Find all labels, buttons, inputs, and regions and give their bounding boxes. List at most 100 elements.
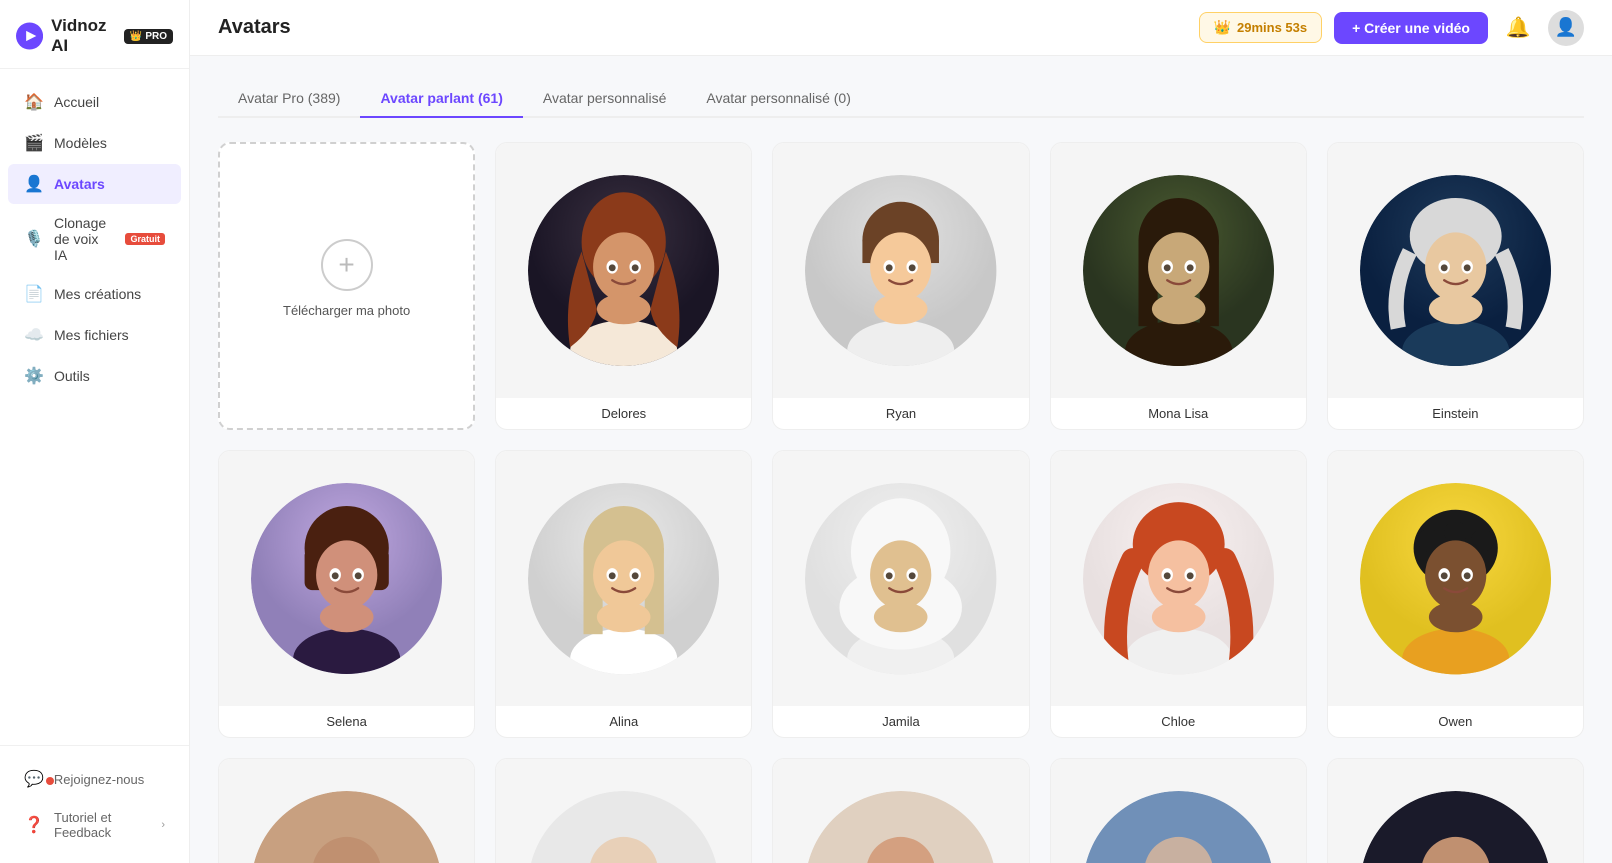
sidebar-label-outils: Outils xyxy=(54,368,90,384)
sidebar-label-rejoignez-nous: Rejoignez-nous xyxy=(54,772,144,787)
upload-label: Télécharger ma photo xyxy=(267,303,426,334)
avatar-image-monalisa xyxy=(1051,143,1306,398)
timer-crown-icon: 👑 xyxy=(1214,19,1231,36)
avatar-grid: + Télécharger ma photo Del xyxy=(218,142,1584,863)
avatar-illus-monalisa xyxy=(1051,143,1306,398)
sidebar-item-clonage[interactable]: 🎙️ Clonage de voix IA Gratuit xyxy=(8,205,181,273)
avatar-face-row3b xyxy=(528,791,719,863)
create-video-label: + Créer une vidéo xyxy=(1352,20,1470,36)
avatar-illus-row3c xyxy=(773,759,1028,863)
outils-icon: ⚙️ xyxy=(24,366,44,386)
notification-button[interactable]: 🔔 xyxy=(1500,10,1536,46)
sidebar-label-accueil: Accueil xyxy=(54,94,99,110)
avatar-illus-einstein xyxy=(1328,143,1583,398)
avatar-face-einstein xyxy=(1360,175,1551,366)
avatar-face-ryan xyxy=(805,175,996,366)
sidebar-item-tutoriel[interactable]: ❓ Tutoriel et Feedback › xyxy=(8,800,181,850)
avatar-face-delores xyxy=(528,175,719,366)
avatar-image-selena xyxy=(219,451,474,706)
avatar-illus-alina xyxy=(496,451,751,706)
avatar-illus-selena xyxy=(219,451,474,706)
sidebar-nav: 🏠 Accueil 🎬 Modèles 👤 Avatars 🎙️ Clonage… xyxy=(0,69,189,745)
avatar-name-owen: Owen xyxy=(1328,706,1583,737)
timer-label: 29mins 53s xyxy=(1237,20,1307,35)
topbar-actions: 👑 29mins 53s + Créer une vidéo 🔔 👤 xyxy=(1199,10,1584,46)
avatar-illus-ryan xyxy=(773,143,1028,398)
avatar-card-row3c[interactable] xyxy=(772,758,1029,863)
avatar-card-chloe[interactable]: Chloe xyxy=(1050,450,1307,738)
sidebar-bottom: 💬 Rejoignez-nous❓ Tutoriel et Feedback › xyxy=(0,745,189,863)
modeles-icon: 🎬 xyxy=(24,133,44,153)
avatar-card-superman[interactable] xyxy=(1050,758,1307,863)
topbar: Avatars 👑 29mins 53s + Créer une vidéo 🔔… xyxy=(190,0,1612,56)
avatar-face-row3a xyxy=(251,791,442,863)
avatar-face-chloe xyxy=(1083,483,1274,674)
create-video-button[interactable]: + Créer une vidéo xyxy=(1334,12,1488,44)
avatar-illus-wonderwoman xyxy=(1328,759,1583,863)
sidebar-label-modeles: Modèles xyxy=(54,135,107,151)
accueil-icon: 🏠 xyxy=(24,92,44,112)
avatar-card-wonderwoman[interactable] xyxy=(1327,758,1584,863)
avatar-face-selena xyxy=(251,483,442,674)
avatar-face-monalisa xyxy=(1083,175,1274,366)
bell-icon: 🔔 xyxy=(1506,15,1531,40)
avatars-icon: 👤 xyxy=(24,174,44,194)
sidebar-item-mes-fichiers[interactable]: ☁️ Mes fichiers xyxy=(8,315,181,355)
avatar-card-ryan[interactable]: Ryan xyxy=(772,142,1029,430)
avatar-face-jamila xyxy=(805,483,996,674)
logo: Vidnoz AI 👑 PRO xyxy=(0,0,189,69)
avatar-image-einstein xyxy=(1328,143,1583,398)
avatar-image-superman xyxy=(1051,759,1306,863)
avatar-image-delores xyxy=(496,143,751,398)
avatar-name-delores: Delores xyxy=(496,398,751,429)
avatar-card-monalisa[interactable]: Mona Lisa xyxy=(1050,142,1307,430)
avatar-name-selena: Selena xyxy=(219,706,474,737)
sidebar-item-mes-creations[interactable]: 📄 Mes créations xyxy=(8,274,181,314)
gratuit-badge: Gratuit xyxy=(125,233,165,245)
avatar-name-ryan: Ryan xyxy=(773,398,1028,429)
timer-button[interactable]: 👑 29mins 53s xyxy=(1199,12,1323,43)
avatar-name-monalisa: Mona Lisa xyxy=(1051,398,1306,429)
tab-avatar-parlant[interactable]: Avatar parlant (61) xyxy=(360,80,522,118)
sidebar-item-avatars[interactable]: 👤 Avatars xyxy=(8,164,181,204)
avatar-card-delores[interactable]: Delores xyxy=(495,142,752,430)
avatar-image-owen xyxy=(1328,451,1583,706)
avatar-illus-row3b xyxy=(496,759,751,863)
sidebar-label-avatars: Avatars xyxy=(54,176,105,192)
mes-creations-icon: 📄 xyxy=(24,284,44,304)
avatar-card-row3b[interactable] xyxy=(495,758,752,863)
user-avatar[interactable]: 👤 xyxy=(1548,10,1584,46)
avatar-card-row3a[interactable] xyxy=(218,758,475,863)
avatar-card-alina[interactable]: Alina xyxy=(495,450,752,738)
avatar-illus-jamila xyxy=(773,451,1028,706)
avatar-card-einstein[interactable]: Einstein xyxy=(1327,142,1584,430)
crown-icon: 👑 xyxy=(130,31,142,42)
sidebar-item-outils[interactable]: ⚙️ Outils xyxy=(8,356,181,396)
avatar-card-jamila[interactable]: Jamila xyxy=(772,450,1029,738)
avatar-illus-superman xyxy=(1051,759,1306,863)
upload-card[interactable]: + Télécharger ma photo xyxy=(218,142,475,430)
avatar-icon: 👤 xyxy=(1555,17,1577,38)
avatar-face-row3c xyxy=(805,791,996,863)
avatar-card-selena[interactable]: Selena xyxy=(218,450,475,738)
avatar-card-owen[interactable]: Owen xyxy=(1327,450,1584,738)
sidebar-item-rejoignez-nous[interactable]: 💬 Rejoignez-nous xyxy=(8,759,181,799)
tab-avatar-personnalise[interactable]: Avatar personnalisé xyxy=(523,80,686,118)
content-area: Avatar Pro (389)Avatar parlant (61)Avata… xyxy=(190,56,1612,863)
avatar-face-superman xyxy=(1083,791,1274,863)
avatar-image-row3a xyxy=(219,759,474,863)
app-name: Vidnoz AI xyxy=(51,16,116,56)
notification-dot xyxy=(46,777,54,785)
avatar-illus-chloe xyxy=(1051,451,1306,706)
sidebar-item-accueil[interactable]: 🏠 Accueil xyxy=(8,82,181,122)
avatar-image-row3b xyxy=(496,759,751,863)
avatar-image-jamila xyxy=(773,451,1028,706)
tab-avatar-personnalise-0[interactable]: Avatar personnalisé (0) xyxy=(686,80,870,118)
avatar-image-row3c xyxy=(773,759,1028,863)
tab-avatar-pro[interactable]: Avatar Pro (389) xyxy=(218,80,360,118)
sidebar-item-modeles[interactable]: 🎬 Modèles xyxy=(8,123,181,163)
avatar-tabs: Avatar Pro (389)Avatar parlant (61)Avata… xyxy=(218,80,1584,118)
avatar-name-alina: Alina xyxy=(496,706,751,737)
main-content: Avatars 👑 29mins 53s + Créer une vidéo 🔔… xyxy=(190,0,1612,863)
avatar-face-owen xyxy=(1360,483,1551,674)
